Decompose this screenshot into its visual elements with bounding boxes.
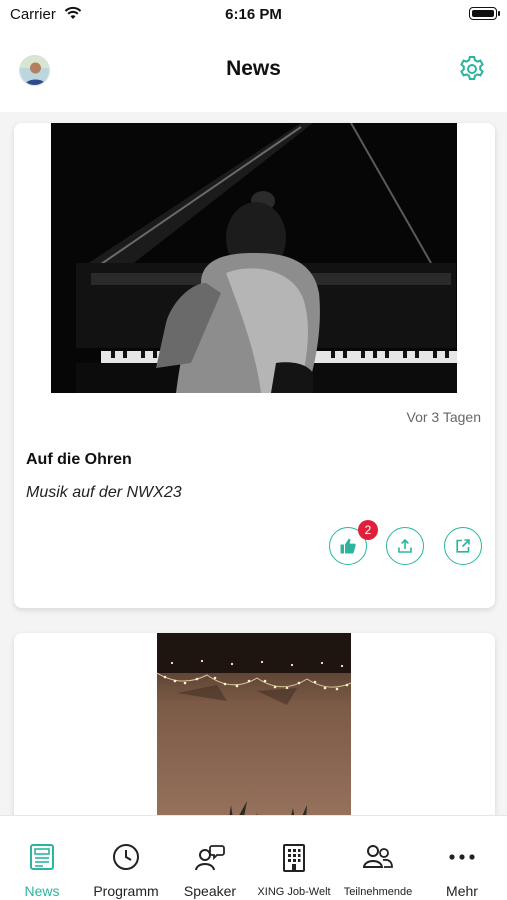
status-bar: Carrier 6:16 PM: [0, 0, 507, 30]
news-image-piano: [51, 123, 457, 393]
share-icon: [398, 538, 412, 553]
tab-label: Mehr: [446, 883, 478, 899]
clock-time: 6:16 PM: [225, 6, 282, 23]
thumbs-up-icon: [340, 538, 356, 554]
news-card[interactable]: Vor 3 Tagen Auf die Ohren Musik auf der …: [14, 123, 495, 608]
tab-teilnehmende[interactable]: Teilnehmende: [336, 816, 420, 900]
external-link-icon: [456, 539, 470, 553]
speaker-icon: [195, 845, 225, 871]
news-card[interactable]: [14, 633, 495, 815]
tab-label: XING Job-Welt: [257, 886, 331, 898]
battery-icon: [469, 7, 500, 20]
news-icon: [30, 844, 54, 870]
share-button[interactable]: [386, 527, 424, 565]
post-title[interactable]: Auf die Ohren: [26, 451, 132, 469]
tab-bar: News Programm Speaker XING Job-Welt Teil…: [0, 815, 507, 900]
more-icon: [449, 854, 475, 860]
building-icon: [283, 844, 305, 872]
tab-xing-job-welt[interactable]: XING Job-Welt: [252, 816, 336, 900]
gear-icon[interactable]: [457, 54, 487, 84]
clock-icon: [113, 844, 139, 870]
tab-mehr[interactable]: Mehr: [420, 816, 504, 900]
post-subtitle: Musik auf der NWX23: [26, 484, 182, 501]
tab-programm[interactable]: Programm: [84, 816, 168, 900]
tab-label: Speaker: [183, 883, 237, 899]
tab-label: Programm: [93, 883, 159, 899]
post-timestamp: Vor 3 Tagen: [406, 409, 481, 425]
tab-label: News: [24, 883, 60, 899]
like-count-badge: 2: [358, 520, 378, 540]
open-external-button[interactable]: [444, 527, 482, 565]
tab-speaker[interactable]: Speaker: [168, 816, 252, 900]
app-header: News: [0, 30, 507, 112]
page-title: News: [226, 57, 281, 80]
tab-label: Teilnehmende: [343, 886, 413, 898]
people-icon: [363, 845, 393, 868]
news-image-lights: [157, 633, 351, 815]
news-feed[interactable]: Vor 3 Tagen Auf die Ohren Musik auf der …: [0, 112, 507, 815]
tab-news[interactable]: News: [0, 816, 84, 900]
